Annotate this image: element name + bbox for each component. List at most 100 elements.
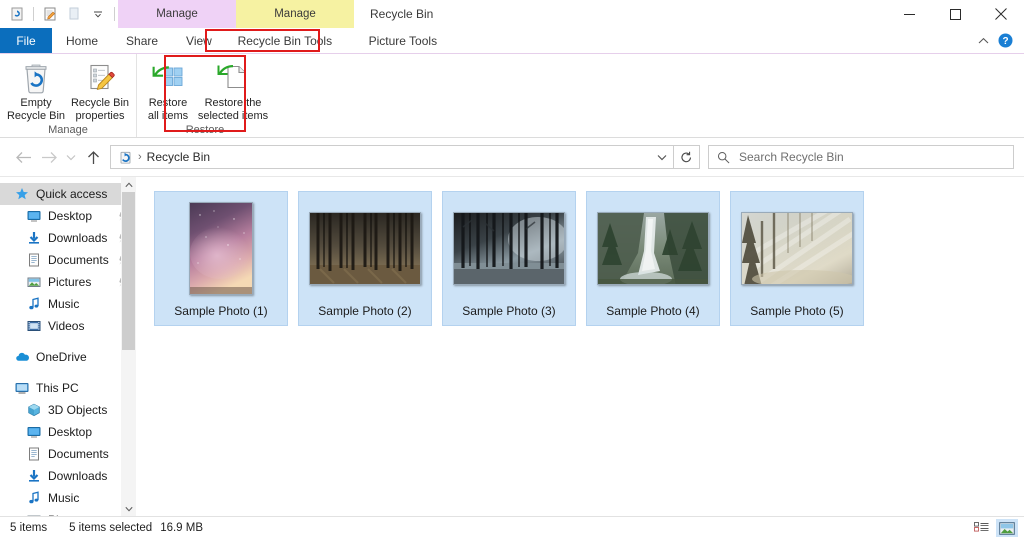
sidebar-label-this-pc-pictures: Pictures: [48, 513, 91, 516]
sidebar-item-this-pc-pictures[interactable]: Pictures: [0, 509, 136, 516]
back-button[interactable]: [10, 144, 36, 170]
empty-recycle-bin-label: Empty Recycle Bin: [7, 97, 65, 122]
ribbon-group-title-restore: Restore: [185, 124, 225, 136]
scroll-down-button[interactable]: [121, 501, 136, 516]
list-item[interactable]: Sample Photo (4): [586, 191, 720, 326]
scroll-up-button[interactable]: [121, 177, 136, 192]
sidebar-item-music[interactable]: Music: [0, 293, 136, 315]
forward-button[interactable]: [36, 144, 62, 170]
file-list-view[interactable]: Sample Photo (1) Sample Photo (2) Sample…: [136, 177, 1024, 516]
search-box[interactable]: [708, 145, 1014, 169]
list-item-label: Sample Photo (2): [318, 304, 412, 318]
tab-file[interactable]: File: [0, 28, 52, 53]
sidebar-item-this-pc-desktop[interactable]: Desktop: [0, 421, 136, 443]
sidebar-label-3d-objects: 3D Objects: [48, 403, 108, 417]
tab-recycle-bin-tools[interactable]: Recycle Bin Tools: [226, 28, 344, 53]
address-path-box[interactable]: › Recycle Bin: [110, 145, 674, 169]
search-icon: [709, 151, 737, 164]
ribbon-group-title-manage: Manage: [48, 124, 88, 136]
sidebar-item-desktop[interactable]: Desktop: [0, 205, 136, 227]
thumbnail-container: [299, 198, 431, 299]
refresh-button[interactable]: [674, 145, 700, 169]
list-item[interactable]: Sample Photo (1): [154, 191, 288, 326]
ribbon-group-manage: Empty Recycle Bin Recycle Bin properties…: [0, 54, 136, 137]
nav-gap-1: [0, 337, 136, 346]
desktop-icon: [26, 208, 42, 224]
collapse-ribbon-button[interactable]: [972, 31, 994, 51]
sidebar-label-this-pc-desktop: Desktop: [48, 425, 93, 439]
sidebar-label-this-pc-music: Music: [48, 491, 80, 505]
recycle-bin-properties-label-line2: properties: [75, 109, 125, 122]
address-dropdown-button[interactable]: [651, 146, 673, 168]
photo-thumbnail-nebula: [189, 202, 253, 295]
sidebar-item-onedrive[interactable]: OneDrive: [0, 346, 136, 368]
empty-recycle-bin-button[interactable]: Empty Recycle Bin: [4, 59, 68, 122]
sidebar-item-this-pc[interactable]: This PC: [0, 377, 136, 399]
maximize-button[interactable]: [932, 0, 978, 28]
status-item-count: 5 items: [10, 522, 48, 534]
tab-share[interactable]: Share: [112, 28, 172, 53]
list-item[interactable]: Sample Photo (5): [730, 191, 864, 326]
music-icon: [26, 296, 42, 312]
sidebar-item-this-pc-downloads[interactable]: Downloads: [0, 465, 136, 487]
up-button[interactable]: [80, 144, 106, 170]
list-item[interactable]: Sample Photo (3): [442, 191, 576, 326]
restore-all-items-label-line2: all items: [147, 109, 189, 122]
photo-thumbnail-waterfall: [597, 212, 709, 285]
sidebar-label-this-pc-downloads: Downloads: [48, 469, 108, 483]
quick-access-toolbar: [0, 0, 118, 28]
sidebar-item-pictures[interactable]: Pictures: [0, 271, 136, 293]
sidebar-item-documents[interactable]: Documents: [0, 249, 136, 271]
thumbnail-container: [587, 198, 719, 299]
sidebar-label-videos: Videos: [48, 319, 85, 333]
tab-home[interactable]: Home: [52, 28, 112, 53]
sidebar-item-downloads[interactable]: Downloads: [0, 227, 136, 249]
recent-locations-button[interactable]: [62, 144, 80, 170]
navigation-scrollbar[interactable]: [121, 177, 136, 516]
tab-view[interactable]: View: [172, 28, 226, 53]
restore-selected-items-label-line2: selected items: [197, 109, 269, 122]
cloud-icon: [14, 349, 30, 365]
scrollbar-thumb[interactable]: [122, 192, 135, 350]
ribbon-group-restore: Restore all items Restore the selected i…: [136, 54, 273, 137]
thumbnail-container: [443, 198, 575, 299]
ribbon-tab-strip: File Home Share View Recycle Bin Tools P…: [0, 28, 1024, 54]
pictures-icon: [26, 274, 42, 290]
large-icons-view-button[interactable]: [996, 519, 1018, 537]
minimize-button[interactable]: [886, 0, 932, 28]
list-item[interactable]: Sample Photo (2): [298, 191, 432, 326]
qat-customize-dropdown[interactable]: [87, 3, 109, 25]
restore-all-items-button[interactable]: Restore all items: [140, 59, 196, 122]
videos-icon: [26, 318, 42, 334]
view-mode-buttons: [970, 519, 1018, 537]
contextual-group-picture-tools: Manage: [236, 0, 354, 28]
recycle-bin-properties-button[interactable]: Recycle Bin properties: [68, 59, 132, 122]
sidebar-item-this-pc-documents[interactable]: Documents: [0, 443, 136, 465]
breadcrumb-separator: ›: [138, 151, 142, 163]
status-total-size: 16.9 MB: [160, 522, 204, 534]
sidebar-item-3d-objects[interactable]: 3D Objects: [0, 399, 136, 421]
help-button[interactable]: ?: [994, 31, 1016, 51]
nav-gap-2: [0, 368, 136, 377]
status-selection-count: 5 items selected: [69, 522, 153, 534]
details-view-button[interactable]: [970, 519, 992, 537]
contextual-group-label-manage-1: Manage: [118, 0, 236, 28]
desktop-icon: [26, 424, 42, 440]
qat-properties-icon[interactable]: [39, 3, 61, 25]
close-button[interactable]: [978, 0, 1024, 28]
sidebar-item-videos[interactable]: Videos: [0, 315, 136, 337]
sidebar-item-quick-access[interactable]: Quick access: [0, 183, 136, 205]
qat-blank-icon[interactable]: [63, 3, 85, 25]
qat-separator-1: [33, 7, 34, 21]
recycle-bin-properties-label-line1: Recycle Bin: [70, 97, 130, 109]
sidebar-item-this-pc-music[interactable]: Music: [0, 487, 136, 509]
sidebar-label-this-pc: This PC: [36, 381, 79, 395]
qat-recycle-bin-icon[interactable]: [6, 3, 28, 25]
sidebar-label-downloads: Downloads: [48, 231, 108, 245]
sidebar-label-quick-access: Quick access: [36, 187, 108, 201]
tab-picture-tools[interactable]: Picture Tools: [344, 28, 462, 53]
restore-selected-items-button[interactable]: Restore the selected items: [196, 59, 270, 122]
breadcrumb-path[interactable]: Recycle Bin: [147, 150, 210, 164]
scrollbar-track[interactable]: [121, 192, 136, 501]
search-input[interactable]: [737, 149, 1013, 165]
